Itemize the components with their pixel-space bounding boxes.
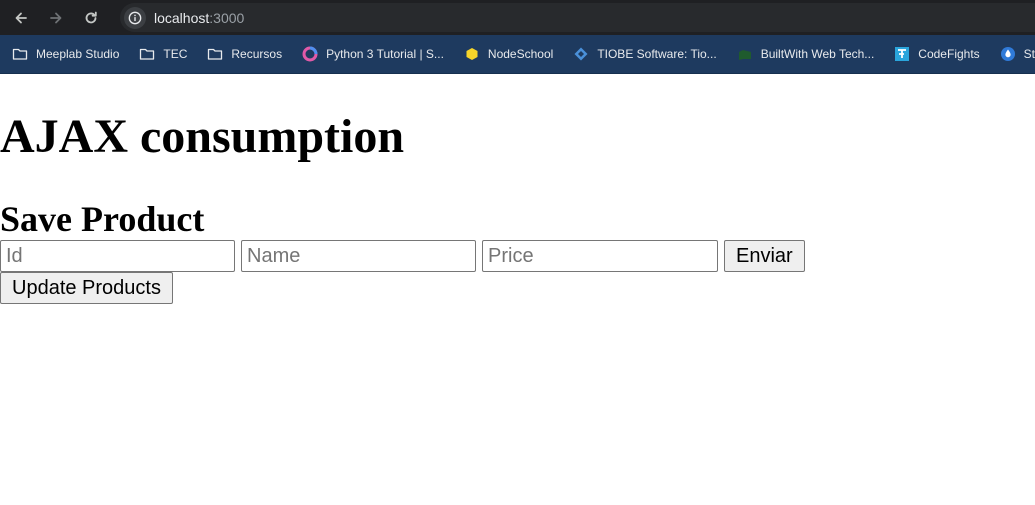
bookmark-label: CodeFights xyxy=(918,47,980,61)
info-icon xyxy=(128,11,142,24)
page-title: AJAX consumption xyxy=(0,110,405,163)
page-content: AJAX consumption Save Product Enviar Upd… xyxy=(0,74,1035,505)
bookmark-recursos[interactable]: Recursos xyxy=(195,40,290,68)
site-info-button[interactable] xyxy=(124,6,146,29)
folder-icon xyxy=(207,46,223,62)
bookmark-codefights[interactable]: CodeFights xyxy=(882,40,987,68)
forward-button[interactable] xyxy=(45,7,67,29)
bookmark-python-tutorial[interactable]: Python 3 Tutorial | S... xyxy=(290,40,452,68)
nodeschool-icon xyxy=(464,46,480,62)
bookmark-label: Styling & Cust xyxy=(1023,47,1035,61)
builtwith-icon xyxy=(737,46,753,62)
save-product-form: Enviar xyxy=(0,240,805,272)
reload-icon xyxy=(85,11,97,23)
url-host: localhost xyxy=(154,9,210,26)
bookmark-tec[interactable]: TEC xyxy=(127,40,195,68)
bookmark-builtwith[interactable]: BuiltWith Web Tech... xyxy=(725,40,883,68)
bookmark-styling[interactable]: Styling & Cust xyxy=(988,40,1035,68)
styling-icon xyxy=(1000,46,1016,62)
bookmark-meeplab-studio[interactable]: Meeplab Studio xyxy=(0,40,127,68)
bookmark-label: Meeplab Studio xyxy=(36,47,120,61)
browser-toolbar: localhost:3000 xyxy=(0,0,1035,35)
bookmark-nodeschool[interactable]: NodeSchool xyxy=(452,40,561,68)
bookmark-tiobe[interactable]: TIOBE Software: Tio... xyxy=(561,40,724,68)
tiobe-icon xyxy=(573,46,589,62)
bookmark-label: Python 3 Tutorial | S... xyxy=(326,47,444,61)
bookmark-label: TEC xyxy=(163,47,188,61)
bookmark-label: BuiltWith Web Tech... xyxy=(760,47,875,61)
folder-icon xyxy=(12,46,28,62)
address-bar[interactable]: localhost:3000 xyxy=(120,3,1035,32)
codefights-icon xyxy=(894,46,910,62)
back-button[interactable] xyxy=(10,7,32,29)
folder-icon xyxy=(139,46,155,62)
url-text: localhost:3000 xyxy=(154,10,244,26)
bookmark-label: NodeSchool xyxy=(487,47,554,61)
update-products-button[interactable]: Update Products xyxy=(0,272,173,304)
forward-arrow-icon xyxy=(50,12,62,23)
bookmark-label: TIOBE Software: Tio... xyxy=(597,47,717,61)
bookmarks-bar: Meeplab Studio TEC Recursos Python 3 Tut… xyxy=(0,35,1035,74)
name-input[interactable] xyxy=(241,240,476,272)
back-arrow-icon xyxy=(15,12,27,23)
price-input[interactable] xyxy=(482,240,718,272)
bookmark-label: Recursos xyxy=(231,47,283,61)
section-title: Save Product xyxy=(0,199,205,239)
submit-button[interactable]: Enviar xyxy=(724,240,805,272)
id-input[interactable] xyxy=(0,240,235,272)
url-port: :3000 xyxy=(209,9,245,26)
reload-button[interactable] xyxy=(80,7,102,29)
python-tutorial-icon xyxy=(302,46,318,62)
